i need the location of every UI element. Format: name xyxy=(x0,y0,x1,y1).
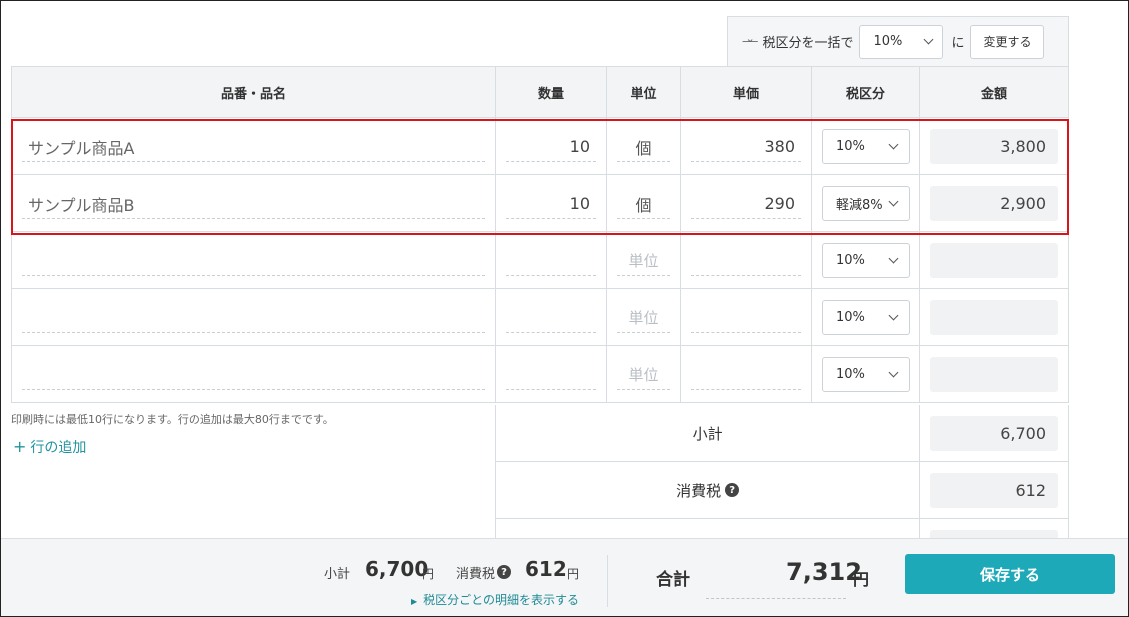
caret-right-icon: ▶ xyxy=(411,597,418,606)
table-row: 単位 10% xyxy=(11,232,1069,289)
tax-select[interactable]: 10% xyxy=(822,129,910,164)
tax-select-value: 10% xyxy=(836,310,865,325)
col-header-quantity: 数量 xyxy=(496,67,607,117)
tax-select-value: 10% xyxy=(836,367,865,382)
quantity-input[interactable]: 10 xyxy=(506,132,596,162)
table-row: 単位 10% xyxy=(11,289,1069,346)
table-row: サンプル商品B 10 個 290 軽減8% 2,900 xyxy=(11,175,1069,232)
chevron-down-icon xyxy=(888,367,899,378)
chevron-down-icon xyxy=(888,253,899,264)
bulk-change-button[interactable]: 変更する xyxy=(970,24,1045,59)
footer-tax-label: 消費税 xyxy=(456,567,496,582)
chevron-down-icon xyxy=(888,196,899,207)
footer-bar: 小計 6,700 円 消費税 ? 612 円 ▶ 税区分ごとの明細を表示する 合計… xyxy=(0,538,1129,617)
unit-input[interactable]: 個 xyxy=(617,189,670,219)
amount-value: 3,800 xyxy=(930,129,1058,164)
unit-input[interactable]: 単位 xyxy=(617,246,670,276)
summary-row-subtotal: 小計 6,700 xyxy=(495,405,1069,462)
tax-label: 消費税 xyxy=(676,481,722,500)
items-table: 品番・品名 数量 単位 単価 税区分 金額 サンプル商品A 10 個 380 1… xyxy=(11,66,1069,403)
quantity-input[interactable] xyxy=(506,360,596,390)
col-header-tax: 税区分 xyxy=(812,67,920,117)
item-name-input[interactable] xyxy=(22,246,485,276)
bulk-tax-bar: ⇀↼ 税区分を一括で 10% に 変更する xyxy=(727,16,1069,66)
chevron-down-icon xyxy=(888,310,899,321)
tax-breakdown-label: 税区分ごとの明細を表示する xyxy=(423,593,580,607)
footer-total-value: 7,312 xyxy=(786,558,862,586)
amount-value: 2,900 xyxy=(930,186,1058,221)
tax-select-value: 10% xyxy=(836,139,865,154)
amount-value xyxy=(930,357,1058,392)
price-input[interactable] xyxy=(691,303,801,333)
tax-select-value: 10% xyxy=(836,253,865,268)
tax-select[interactable]: 10% xyxy=(822,243,910,278)
footer-subtotal-label: 小計 xyxy=(324,567,351,582)
tax-select-value: 軽減8% xyxy=(836,198,883,213)
footer-total-unit: 円 xyxy=(853,570,870,589)
save-button[interactable]: 保存する xyxy=(905,554,1115,594)
summary-row-tax: 消費税 ? 612 xyxy=(495,462,1069,519)
price-input[interactable]: 380 xyxy=(691,132,801,162)
swap-arrows-icon: ⇀↼ xyxy=(742,35,759,48)
item-name-input[interactable]: サンプル商品B xyxy=(22,189,485,219)
table-row: サンプル商品A 10 個 380 10% 3,800 xyxy=(11,118,1069,175)
add-row-link[interactable]: + 行の追加 xyxy=(13,437,86,457)
amount-value xyxy=(930,243,1058,278)
footer-subtotal-value: 6,700 xyxy=(365,557,429,581)
total-underline xyxy=(706,598,846,599)
col-header-amount: 金額 xyxy=(980,86,1007,102)
quantity-input[interactable] xyxy=(506,303,596,333)
plus-icon: + xyxy=(13,437,27,456)
tax-select[interactable]: 10% xyxy=(822,357,910,392)
help-icon[interactable]: ? xyxy=(725,483,740,497)
quantity-input[interactable]: 10 xyxy=(506,189,596,219)
help-icon[interactable]: ? xyxy=(497,565,511,579)
table-header: 品番・品名 数量 単位 単価 税区分 金額 xyxy=(11,66,1069,118)
footer-subtotal-unit: 円 xyxy=(422,567,435,581)
footer-tax-value: 612 xyxy=(525,557,567,581)
unit-input[interactable]: 個 xyxy=(617,132,670,162)
chevron-down-icon xyxy=(888,139,899,150)
col-header-name: 品番・品名 xyxy=(12,67,496,117)
bulk-tax-selected: 10% xyxy=(873,34,903,49)
price-input[interactable]: 290 xyxy=(691,189,801,219)
quantity-input[interactable] xyxy=(506,246,596,276)
bulk-tax-connector: に xyxy=(951,36,965,51)
print-note: 印刷時には最低10行になります。行の追加は最大80行までです。 xyxy=(11,413,334,426)
subtotal-label: 小計 xyxy=(496,405,921,461)
tax-breakdown-link[interactable]: ▶ 税区分ごとの明細を表示する xyxy=(411,591,579,608)
tax-select[interactable]: 軽減8% xyxy=(822,186,910,221)
item-name-input[interactable] xyxy=(22,360,485,390)
footer-total-label: 合計 xyxy=(656,570,690,590)
footer-tax-unit: 円 xyxy=(567,567,580,581)
price-input[interactable] xyxy=(691,246,801,276)
amount-value xyxy=(930,300,1058,335)
tax-select[interactable]: 10% xyxy=(822,300,910,335)
price-input[interactable] xyxy=(691,360,801,390)
table-row: 単位 10% xyxy=(11,346,1069,403)
item-name-input[interactable]: サンプル商品A xyxy=(22,132,485,162)
unit-input[interactable]: 単位 xyxy=(617,360,670,390)
tax-label-cell: 消費税 ? xyxy=(496,462,921,518)
col-header-price: 単価 xyxy=(681,67,812,117)
chevron-down-icon xyxy=(924,34,934,45)
bulk-tax-select[interactable]: 10% xyxy=(859,24,944,59)
item-name-input[interactable] xyxy=(22,303,485,333)
bulk-tax-label: 税区分を一括で xyxy=(762,36,854,51)
unit-input[interactable]: 単位 xyxy=(617,303,670,333)
footer-divider xyxy=(607,555,608,607)
subtotal-value: 6,700 xyxy=(930,416,1058,451)
tax-value: 612 xyxy=(930,473,1058,508)
col-header-unit: 単位 xyxy=(607,67,681,117)
add-row-label: 行の追加 xyxy=(30,440,87,456)
